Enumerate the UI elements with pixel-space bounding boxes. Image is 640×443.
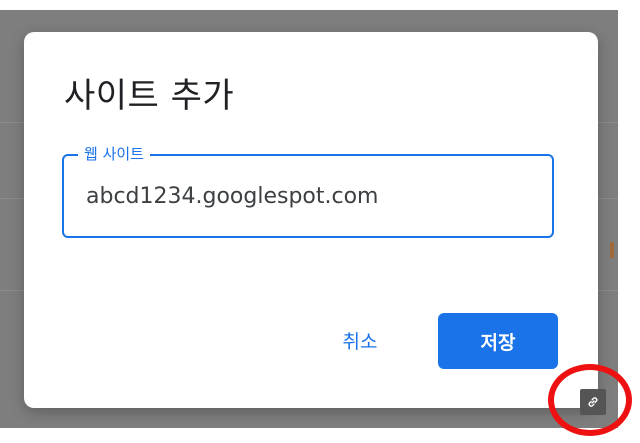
backdrop-divider — [598, 122, 618, 123]
backdrop-divider — [598, 290, 618, 291]
save-button[interactable]: 저장 — [438, 313, 558, 369]
cancel-button[interactable]: 취소 — [316, 312, 404, 368]
backdrop-divider — [0, 122, 24, 123]
website-input[interactable] — [86, 178, 526, 214]
website-field-label: 웹 사이트 — [78, 144, 150, 164]
dialog-title: 사이트 추가 — [64, 76, 235, 116]
backdrop-accent-mark — [610, 242, 614, 258]
page: 사이트 추가 웹 사이트 취소 저장 — [0, 0, 640, 443]
backdrop-divider — [0, 290, 24, 291]
add-site-dialog: 사이트 추가 웹 사이트 취소 저장 — [24, 32, 598, 408]
link-icon — [588, 397, 598, 407]
website-field[interactable]: 웹 사이트 — [62, 144, 554, 238]
backdrop-divider — [598, 198, 618, 199]
backdrop-divider — [0, 198, 24, 199]
link-button[interactable] — [580, 389, 606, 415]
